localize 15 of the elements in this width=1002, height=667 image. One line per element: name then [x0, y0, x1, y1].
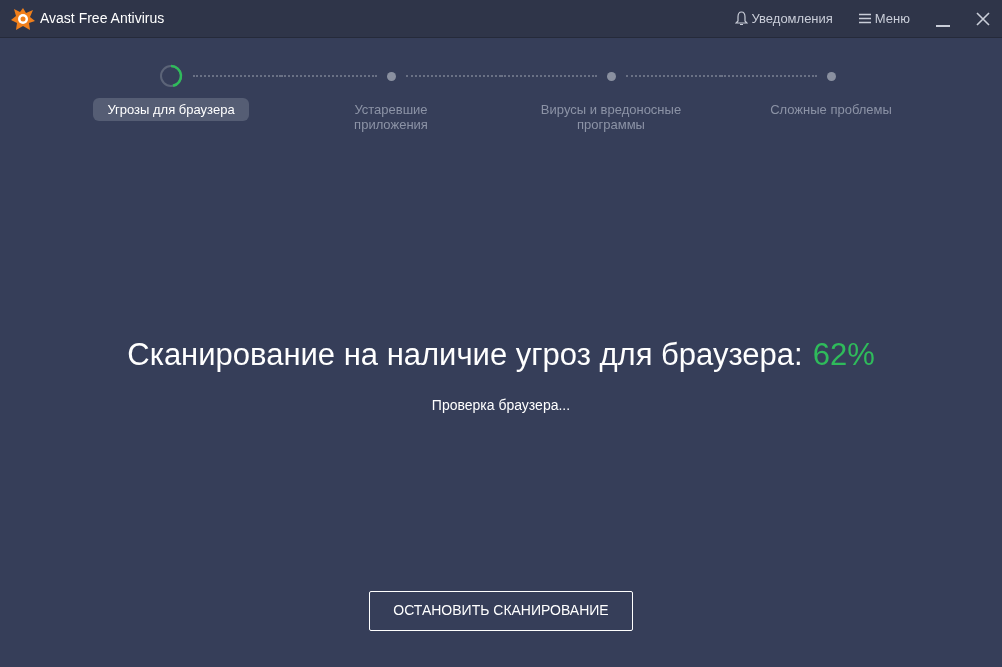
- scan-status: Проверка браузера...: [431, 395, 571, 415]
- scan-percent: 62%: [812, 336, 875, 374]
- bell-icon: [734, 11, 748, 26]
- window-title: Avast Free Antivirus: [40, 9, 165, 28]
- scan-heading: Сканирование на наличие угроз для браузера:: [127, 336, 803, 374]
- step-label[interactable]: Вирусы и вредоносные программы: [526, 98, 696, 136]
- notifications-button[interactable]: Уведомления: [734, 8, 833, 29]
- menu-button[interactable]: Меню: [858, 8, 910, 29]
- menu-icon: [858, 13, 871, 24]
- step-label[interactable]: Сложные проблемы: [756, 98, 906, 121]
- close-button[interactable]: [976, 11, 990, 26]
- stop-scan-button[interactable]: ОСТАНОВИТЬ СКАНИРОВАНИЕ: [369, 590, 633, 631]
- step-label[interactable]: Угрозы для браузера: [93, 98, 249, 121]
- step-label[interactable]: Устаревшие приложения: [306, 98, 476, 136]
- close-icon: [976, 11, 990, 26]
